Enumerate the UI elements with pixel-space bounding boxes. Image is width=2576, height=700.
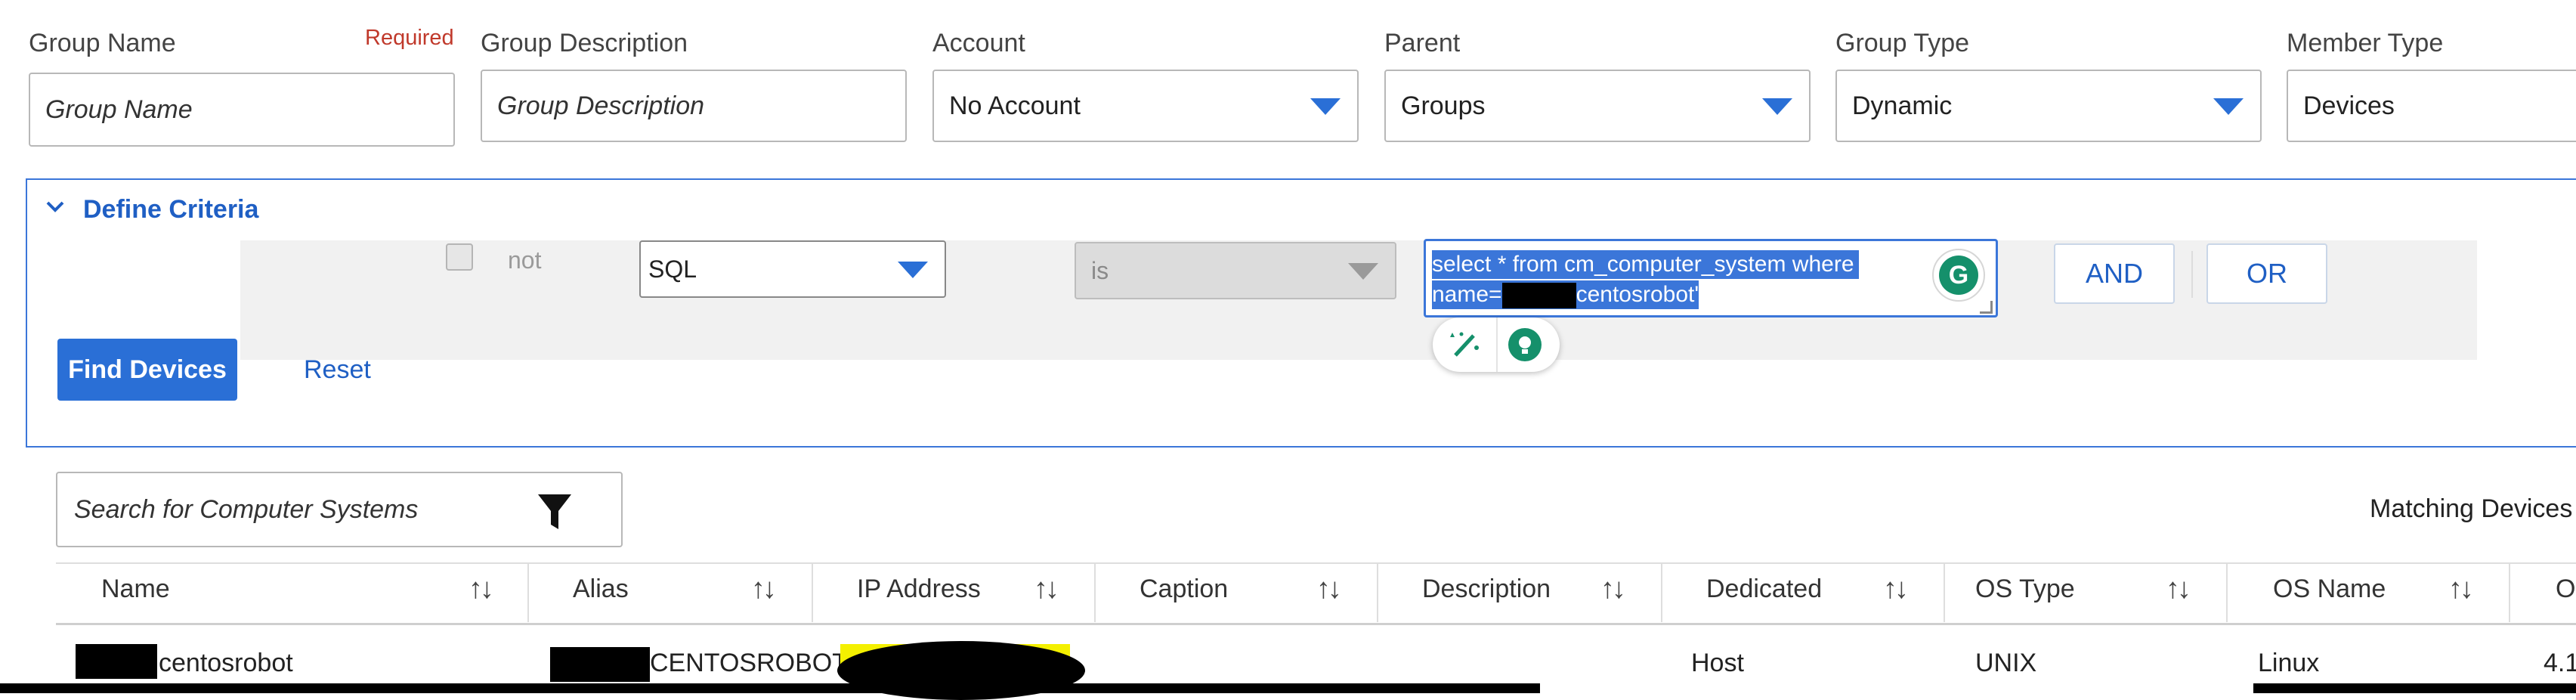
magic-pen-icon[interactable] [1448,330,1481,360]
criteria-field-value: SQL [648,255,697,283]
cell-os-name: Linux [2258,649,2320,677]
popup-divider [1496,317,1498,372]
sort-icon[interactable]: ↑↓ [1316,573,1342,606]
criteria-operator-value: is [1091,256,1109,284]
column-divider [2509,563,2510,622]
group-name-label: Group Name [29,29,176,57]
account-select[interactable]: No Account [932,70,1359,142]
computer-system-search-input[interactable]: Search for Computer Systems [56,472,623,547]
or-button[interactable]: OR [2206,243,2327,304]
column-divider [527,563,529,622]
sort-icon[interactable]: ↑↓ [469,573,494,606]
member-type-label: Member Type [2287,29,2444,57]
find-devices-button[interactable]: Find Devices [57,339,237,401]
chevron-down-icon [1348,263,1378,280]
column-divider [1094,563,1096,622]
define-criteria-title[interactable]: Define Criteria [83,195,258,225]
search-placeholder: Search for Computer Systems [74,494,419,524]
matching-devices-label: Matching Devices [2370,494,2573,523]
column-header-description[interactable]: Description [1422,575,1551,604]
sort-icon[interactable]: ↑↓ [2166,573,2191,606]
cell-name[interactable]: centosrobot [159,649,293,678]
query-line-1: select * from cm_computer_system where [1432,250,1859,279]
not-checkbox[interactable] [446,243,473,271]
column-header-os-name[interactable]: OS Name [2273,575,2386,604]
parent-select[interactable]: Groups [1384,70,1811,142]
criteria-field-select[interactable]: SQL [639,240,946,298]
column-header-dedicated[interactable]: Dedicated [1706,575,1822,604]
group-name-placeholder: Group Name [45,94,193,124]
cell-dedicated: Host [1691,649,1744,677]
sort-icon[interactable]: ↑↓ [1034,573,1059,606]
group-description-input[interactable]: Group Description [481,70,907,142]
sort-icon[interactable]: ↑↓ [1883,573,1909,606]
and-button[interactable]: AND [2054,243,2175,304]
table-header-top-border [56,562,2576,564]
chevron-down-icon [1762,98,1792,115]
redacted-block [1501,283,1576,309]
lightbulb-icon[interactable] [1508,328,1542,361]
group-type-value: Dynamic [1852,91,1953,120]
criteria-operator-select[interactable]: is [1075,242,1396,299]
column-header-alias[interactable]: Alias [573,575,629,604]
grammarly-popup [1433,317,1560,372]
column-header-caption[interactable]: Caption [1140,575,1228,604]
parent-label: Parent [1384,29,1461,57]
redacted-block [76,644,157,679]
member-type-value: Devices [2303,91,2395,120]
member-type-select[interactable]: Devices [2287,70,2576,142]
group-description-placeholder: Group Description [497,91,705,120]
column-divider [812,563,813,622]
chevron-down-icon [2213,98,2244,115]
cell-os-type: UNIX [1975,649,2037,677]
query-line-2-suffix: centosrobot' [1576,282,1699,307]
filter-icon[interactable] [538,494,571,536]
group-type-label: Group Type [1835,29,1970,57]
query-line-2-prefix: name= [1432,282,1502,307]
bottom-bar [0,683,1540,693]
column-header-ip-address[interactable]: IP Address [857,575,981,604]
not-label: not [508,246,542,274]
redacted-block [550,647,650,682]
cell-os-version: 4.1 [2544,649,2576,677]
table-header-bottom-border [56,623,2576,625]
required-indicator: Required [365,26,454,50]
account-value: No Account [949,91,1081,120]
criteria-query-textarea[interactable]: select * from cm_computer_system where n… [1424,239,1998,317]
resize-handle-icon[interactable] [1980,301,1993,314]
column-divider [1661,563,1662,622]
sort-icon[interactable]: ↑↓ [2448,573,2474,606]
group-type-select[interactable]: Dynamic [1835,70,2262,142]
cell-alias: CENTOSROBOT [650,649,848,677]
group-name-input[interactable]: Group Name [29,73,455,147]
sort-icon[interactable]: ↑↓ [751,573,777,606]
column-divider [1377,563,1378,622]
sort-icon[interactable]: ↑↓ [1600,573,1626,606]
account-label: Account [932,29,1025,57]
parent-value: Groups [1401,91,1486,120]
query-line-2: name= centosrobot' [1432,280,1699,309]
grammarly-icon[interactable]: G [1932,249,1985,302]
bottom-bar [2253,683,2576,693]
column-divider [2226,563,2228,622]
column-header-os-type[interactable]: OS Type [1975,575,2075,604]
chevron-down-icon [1310,98,1341,115]
group-description-label: Group Description [481,29,688,57]
and-or-divider [2191,251,2193,298]
column-header-os-version[interactable]: O [2556,575,2575,604]
reset-button[interactable]: Reset [304,355,371,385]
chevron-down-icon [898,262,928,278]
chevron-down-icon[interactable] [45,195,65,221]
column-divider [1944,563,1945,622]
column-header-name[interactable]: Name [101,575,170,604]
